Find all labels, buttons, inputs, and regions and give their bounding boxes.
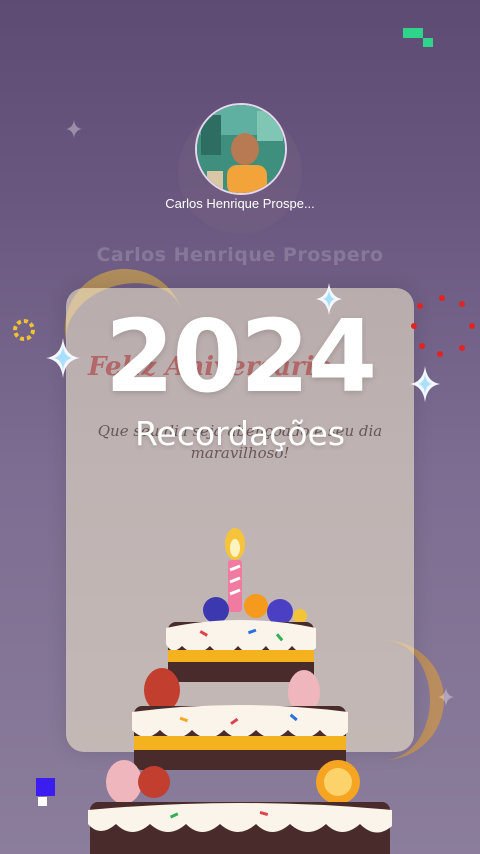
avatar[interactable] bbox=[195, 103, 287, 195]
sparkle-icon bbox=[438, 688, 454, 706]
pixel-decoration bbox=[403, 28, 423, 38]
profile-photo bbox=[197, 105, 285, 193]
cake-illustration bbox=[88, 528, 392, 854]
year-title: 2024 bbox=[104, 298, 377, 415]
profile-name: Carlos Henrique Prospe... bbox=[165, 196, 315, 211]
memories-subtitle: Recordações bbox=[134, 414, 346, 453]
pixel-decoration bbox=[38, 797, 47, 806]
sparkle-icon bbox=[66, 120, 82, 138]
background-name-text: Carlos Henrique Prospero bbox=[96, 244, 384, 266]
pixel-decoration bbox=[36, 778, 55, 796]
pixel-decoration bbox=[423, 38, 433, 47]
